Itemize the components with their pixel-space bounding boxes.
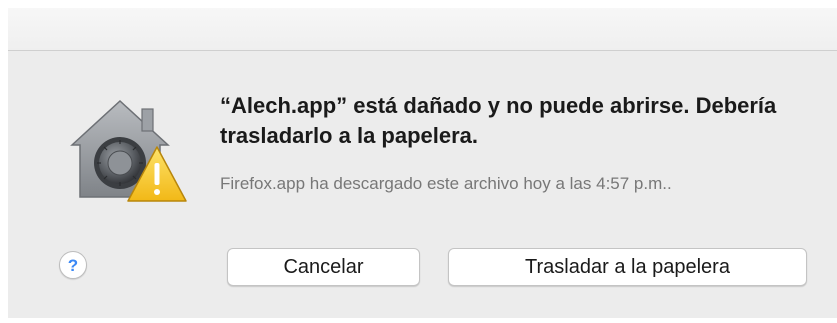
dialog-message: Firefox.app ha descargado este archivo h…: [220, 174, 672, 193]
screen: “Alech.app” está dañado y no puede abrir…: [0, 0, 837, 323]
window-titlebar[interactable]: [8, 8, 837, 51]
cancel-button[interactable]: Cancelar: [227, 248, 420, 286]
dialog-heading: “Alech.app” está dañado y no puede abrir…: [220, 93, 777, 148]
gatekeeper-lock-warning-icon: [64, 93, 194, 208]
move-to-trash-button[interactable]: Trasladar a la papelera: [448, 248, 807, 286]
alert-dialog: “Alech.app” está dañado y no puede abrir…: [8, 51, 837, 318]
house-lock-icon: [70, 99, 187, 202]
help-button[interactable]: ?: [59, 251, 87, 279]
